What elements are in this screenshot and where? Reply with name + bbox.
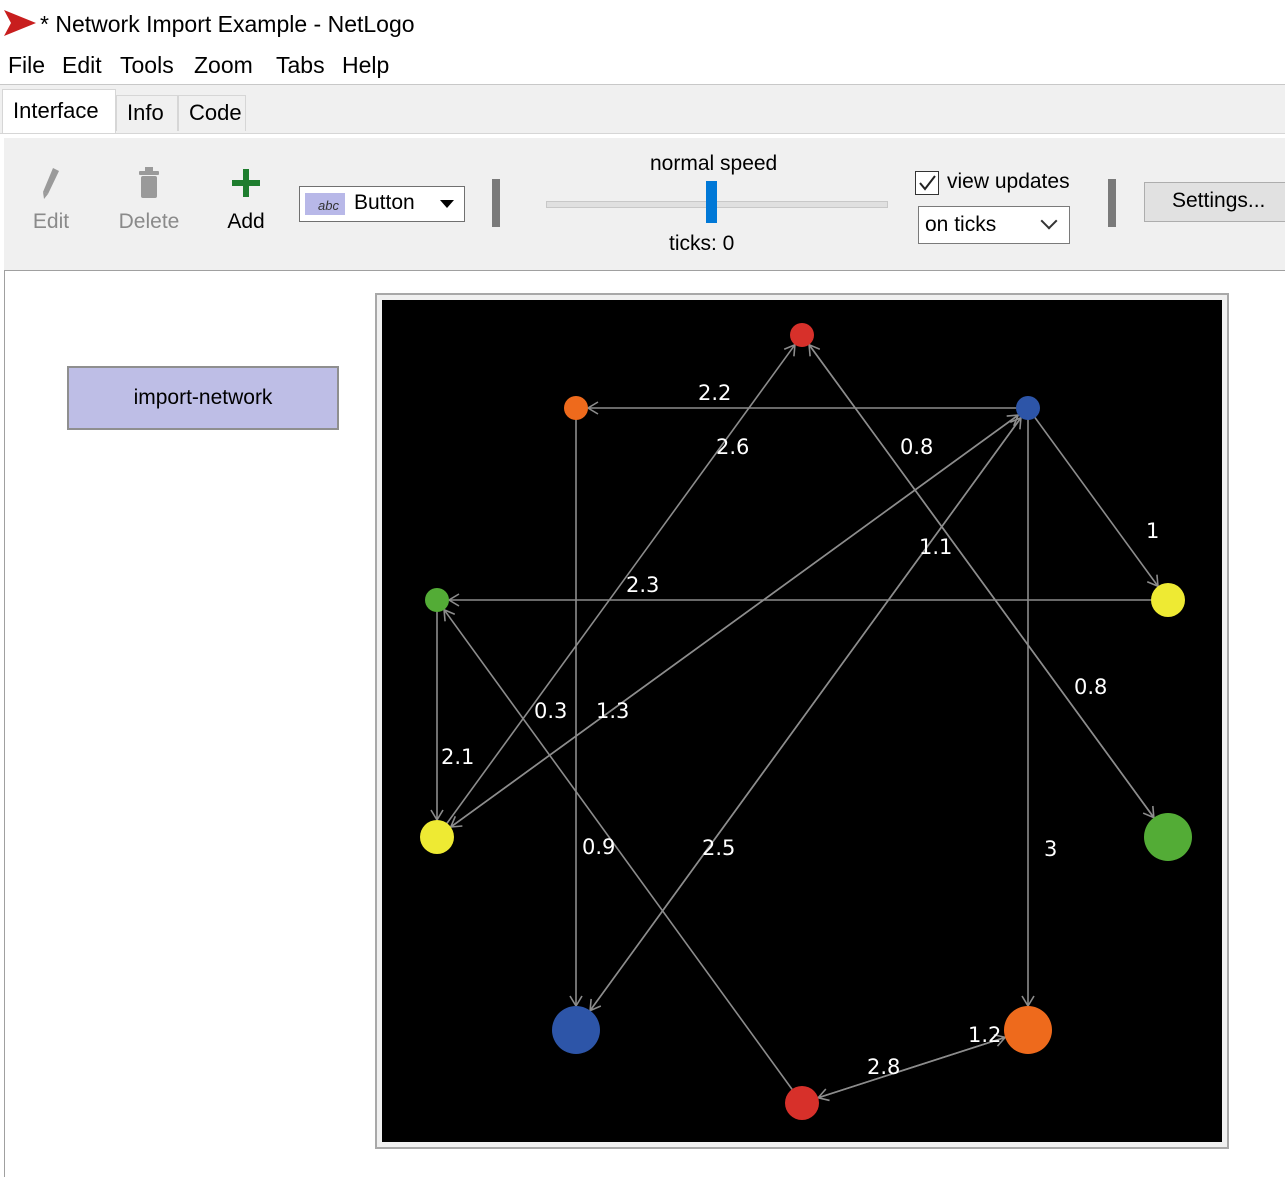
network-node [1004,1006,1052,1054]
title-bar: * Network Import Example - NetLogo [0,0,1285,48]
settings-button[interactable]: Settings... [1144,182,1285,222]
link-weight-label: 2.6 [716,435,749,459]
dropdown-arrow-icon [440,200,454,208]
speed-slider-track[interactable] [546,201,888,208]
add-button[interactable]: Add [219,166,273,234]
link-weight-label: 1.2 [968,1023,1001,1047]
menu-tools[interactable]: Tools [120,52,174,79]
delete-button[interactable]: Delete [114,166,184,234]
link-weight-label: 1.1 [919,535,952,559]
view-updates-checkbox[interactable] [915,171,939,195]
view-updates-label: view updates [947,170,1070,193]
network-node [1144,813,1192,861]
update-mode-value: on ticks [925,213,997,236]
network-node [552,1006,600,1054]
link-weight-label: 1 [1146,519,1159,543]
menu-bar: File Edit Tools Zoom Tabs Help [0,48,1285,85]
menu-zoom[interactable]: Zoom [194,52,253,79]
chevron-down-icon [1040,212,1058,230]
link-weight-label: 0.3 [534,699,567,723]
link-weight-label: 2.5 [702,836,735,860]
window-title: * Network Import Example - NetLogo [40,11,415,37]
import-network-button[interactable]: import-network [67,366,339,430]
network-graph: 2.2 2.6 0.8 0.8 1 1.1 2.3 0.3 1.3 2.1 0.9 2.5 3 1.2 2.… [382,300,1222,1142]
menu-edit[interactable]: Edit [62,52,102,79]
delete-label: Delete [118,210,180,233]
network-node [425,588,449,612]
tab-info[interactable]: Info [116,95,178,131]
ticks-counter: ticks: 0 [669,232,735,255]
widget-type-select[interactable]: abc Button [299,186,465,222]
update-mode-select[interactable]: on ticks [918,206,1070,244]
speed-label: normal speed [650,152,778,175]
tab-strip: Interface Info Code [0,85,1285,134]
link-weight-label: 0.8 [900,435,933,459]
menu-tabs[interactable]: Tabs [276,52,325,79]
menu-help[interactable]: Help [342,52,389,79]
widget-badge-text: abc [318,198,339,213]
speed-slider-thumb[interactable] [706,181,717,223]
trash-icon [139,167,159,198]
network-node [420,820,454,854]
link-weight-label: 0.9 [582,835,615,859]
tab-interface[interactable]: Interface [2,89,116,133]
link-weight-label: 2.2 [698,381,731,405]
link-weight-label: 3 [1044,837,1057,861]
toolbar-separator [1108,179,1116,227]
network-node [564,396,588,420]
menu-file[interactable]: File [8,52,45,79]
link-weight-label: 2.3 [626,573,659,597]
link-weight-label: 1.3 [596,699,629,723]
world-view[interactable]: 2.2 2.6 0.8 0.8 1 1.1 2.3 0.3 1.3 2.1 0.9 2.5 3 1.2 2.… [375,293,1229,1149]
link-weight-label: 2.8 [867,1055,900,1079]
network-node [1016,396,1040,420]
interface-canvas: import-network 2.2 2.6 0.8 0.8 1 1.1 2.3 0.3 1.3… [4,270,1285,1177]
interface-toolbar: Edit Delete Add abc Button normal speed … [4,137,1285,271]
add-label: Add [227,210,265,233]
checkmark-icon [919,175,936,191]
tab-code[interactable]: Code [178,95,246,131]
link-weight-label: 0.8 [1074,675,1107,699]
edit-button[interactable]: Edit [26,166,76,234]
netlogo-logo-icon [4,10,36,36]
plus-icon [232,169,260,197]
toolbar-separator [492,179,500,227]
button-widget-icon: abc [305,193,345,215]
edit-label: Edit [32,210,70,233]
widget-type-value: Button [354,191,415,214]
link-weight-label: 2.1 [441,745,474,769]
network-node [1151,583,1185,617]
pencil-icon [43,168,59,199]
network-node [785,1086,819,1120]
network-node [790,323,814,347]
